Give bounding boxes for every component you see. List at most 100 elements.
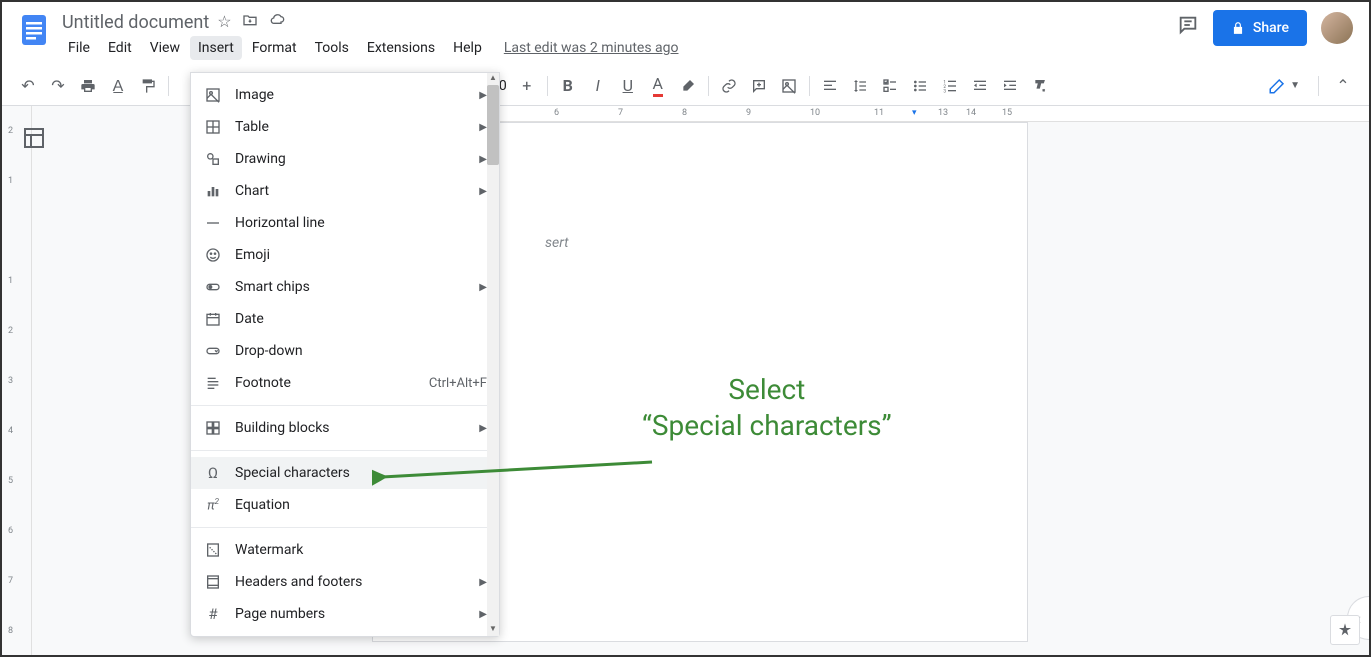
insert-headers-and-footers[interactable]: Headers and footers▶ <box>191 566 499 598</box>
image-icon <box>203 85 223 105</box>
italic-icon[interactable]: I <box>584 72 612 100</box>
decrease-indent-icon[interactable] <box>966 72 994 100</box>
insert-image-icon[interactable] <box>775 72 803 100</box>
checklist-icon[interactable] <box>876 72 904 100</box>
pi-icon: π2 <box>203 495 223 515</box>
chevron-up-icon[interactable]: ⌃ <box>1329 72 1357 100</box>
highlight-icon[interactable] <box>674 72 702 100</box>
insert-drawing[interactable]: Drawing▶ <box>191 143 499 175</box>
chips-icon <box>203 277 223 297</box>
insert-link-icon[interactable] <box>715 72 743 100</box>
paint-format-icon[interactable] <box>134 72 162 100</box>
menu-item-label: Page numbers <box>235 606 479 622</box>
explore-button[interactable] <box>1330 615 1360 645</box>
last-edit-link[interactable]: Last edit was 2 minutes ago <box>504 40 679 56</box>
insert-equation[interactable]: π2 Equation <box>191 489 499 521</box>
document-title[interactable]: Untitled document <box>62 12 209 33</box>
menu-item-label: Smart chips <box>235 279 479 295</box>
hrule-icon <box>203 213 223 233</box>
insert-footnote[interactable]: FootnoteCtrl+Alt+F <box>191 367 499 399</box>
table-icon <box>203 117 223 137</box>
insert-smart-chips[interactable]: Smart chips▶ <box>191 271 499 303</box>
text-color-icon[interactable]: A <box>644 72 672 100</box>
add-comment-icon[interactable] <box>745 72 773 100</box>
drawing-icon <box>203 149 223 169</box>
bold-icon[interactable]: B <box>554 72 582 100</box>
menu-item-label: Watermark <box>235 542 487 558</box>
menu-separator <box>191 450 499 451</box>
menu-tools[interactable]: Tools <box>307 36 357 60</box>
user-avatar[interactable] <box>1321 12 1353 44</box>
menu-item-label: Horizontal line <box>235 215 487 231</box>
headers-icon <box>203 572 223 592</box>
insert-watermark[interactable]: Watermark <box>191 534 499 566</box>
scroll-thumb[interactable] <box>487 85 499 165</box>
spellcheck-icon[interactable]: A̲ <box>104 72 132 100</box>
title-area: Untitled document ☆ File Edit View Inser… <box>58 10 1177 62</box>
submenu-arrow-icon: ▶ <box>479 154 487 165</box>
emoji-icon <box>203 245 223 265</box>
insert-emoji[interactable]: Emoji <box>191 239 499 271</box>
share-button[interactable]: Share <box>1213 10 1307 46</box>
menu-separator <box>191 405 499 406</box>
clear-format-icon[interactable] <box>1026 72 1054 100</box>
menu-item-label: Emoji <box>235 247 487 263</box>
line-spacing-icon[interactable] <box>846 72 874 100</box>
menu-edit[interactable]: Edit <box>100 36 140 60</box>
insert-date[interactable]: Date <box>191 303 499 335</box>
submenu-arrow-icon: ▶ <box>479 282 487 293</box>
insert-drop-down[interactable]: Drop-down <box>191 335 499 367</box>
menu-item-label: Drawing <box>235 151 479 167</box>
editing-mode-button[interactable]: ▼ <box>1260 73 1308 99</box>
lock-icon <box>1231 21 1245 35</box>
insert-special-characters[interactable]: ΩSpecial characters <box>191 457 499 489</box>
insert-table[interactable]: Table▶ <box>191 111 499 143</box>
insert-page-numbers[interactable]: # Page numbers▶ <box>191 598 499 630</box>
menu-view[interactable]: View <box>142 36 188 60</box>
share-label: Share <box>1253 20 1289 36</box>
dropdown-scrollbar[interactable]: ▲ ▼ <box>487 73 499 636</box>
menu-insert[interactable]: Insert <box>190 36 242 60</box>
increase-indent-icon[interactable] <box>996 72 1024 100</box>
insert-chart[interactable]: Chart▶ <box>191 175 499 207</box>
undo-icon[interactable]: ↶ <box>14 72 42 100</box>
menu-item-label: Building blocks <box>235 420 479 436</box>
comments-icon[interactable] <box>1177 14 1199 42</box>
menu-file[interactable]: File <box>60 36 98 60</box>
move-to-folder-icon[interactable] <box>242 12 258 32</box>
menu-extensions[interactable]: Extensions <box>359 36 443 60</box>
vertical-ruler: 2112345678 <box>2 106 32 655</box>
submenu-arrow-icon: ▶ <box>479 423 487 434</box>
app-header: Untitled document ☆ File Edit View Inser… <box>2 2 1369 66</box>
watermark-icon <box>203 540 223 560</box>
submenu-arrow-icon: ▶ <box>479 609 487 620</box>
insert-horizontal-line[interactable]: Horizontal line <box>191 207 499 239</box>
menu-format[interactable]: Format <box>244 36 305 60</box>
submenu-arrow-icon: ▶ <box>479 186 487 197</box>
align-icon[interactable] <box>816 72 844 100</box>
submenu-arrow-icon: ▶ <box>479 122 487 133</box>
bullet-list-icon[interactable] <box>906 72 934 100</box>
redo-icon[interactable]: ↷ <box>44 72 72 100</box>
font-size-plus-icon[interactable]: + <box>513 72 541 100</box>
footnote-icon <box>203 373 223 393</box>
dropdown-icon <box>203 341 223 361</box>
submenu-arrow-icon: ▶ <box>479 577 487 588</box>
insert-image[interactable]: Image▶ <box>191 79 499 111</box>
pagenum-icon: # <box>203 604 223 624</box>
menu-help[interactable]: Help <box>445 36 490 60</box>
star-icon[interactable]: ☆ <box>217 12 231 32</box>
menu-item-label: Equation <box>235 497 487 513</box>
scroll-down-icon[interactable]: ▼ <box>487 624 499 636</box>
underline-icon[interactable]: U <box>614 72 642 100</box>
numbered-list-icon[interactable]: 123 <box>936 72 964 100</box>
page-text-fragment: sert <box>545 235 569 251</box>
menu-shortcut: Ctrl+Alt+F <box>429 376 487 391</box>
menu-separator <box>191 527 499 528</box>
scroll-up-icon[interactable]: ▲ <box>487 73 499 85</box>
insert-dropdown: Image▶Table▶Drawing▶Chart▶Horizontal lin… <box>190 72 500 637</box>
docs-logo[interactable] <box>14 10 54 50</box>
print-icon[interactable] <box>74 72 102 100</box>
cloud-saved-icon[interactable] <box>268 12 286 32</box>
insert-building-blocks[interactable]: Building blocks▶ <box>191 412 499 444</box>
